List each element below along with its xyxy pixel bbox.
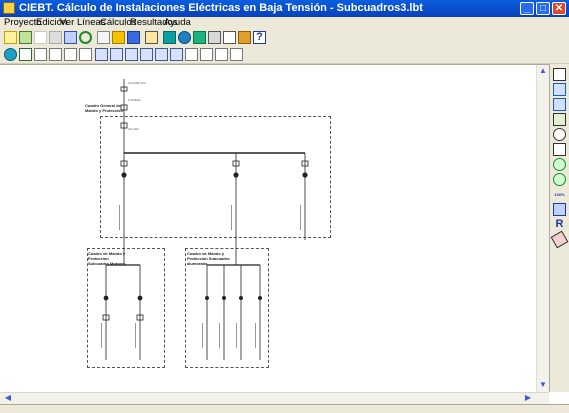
ground-icon[interactable] — [155, 48, 168, 61]
zoom-in-icon[interactable] — [553, 158, 566, 171]
switch-icon[interactable] — [79, 48, 92, 61]
add-line-icon[interactable] — [127, 31, 140, 44]
scroll-up-button[interactable]: ▲ — [537, 66, 549, 77]
close-button[interactable]: ✕ — [552, 2, 566, 15]
drawing-canvas[interactable]: ACOMETIDA FUSIBLE IGA 40A Cuadro General… — [0, 64, 549, 393]
breaker-icon[interactable] — [185, 48, 198, 61]
main-toolbar: ? — [0, 29, 569, 47]
panel-icon[interactable] — [95, 48, 108, 61]
eraser-icon[interactable] — [550, 230, 569, 249]
relay-icon[interactable] — [64, 48, 77, 61]
scroll-right-button[interactable]: ▶ — [522, 393, 534, 404]
menu-ayuda[interactable]: Ayuda — [164, 17, 191, 29]
pan-hand-icon[interactable] — [553, 143, 566, 156]
photo-icon[interactable] — [193, 31, 206, 44]
subpanel-icon[interactable] — [230, 48, 243, 61]
zoom-icon[interactable] — [553, 128, 566, 141]
scroll-down-button[interactable]: ▼ — [537, 380, 549, 391]
busbar-icon[interactable] — [140, 48, 153, 61]
capacitor-icon[interactable] — [215, 48, 228, 61]
redraw-icon[interactable]: R — [553, 218, 566, 231]
scroll-left-button[interactable]: ◀ — [2, 393, 14, 404]
new-schema-icon[interactable] — [4, 31, 17, 44]
table-icon[interactable] — [163, 31, 176, 44]
zoom-out-icon[interactable] — [553, 173, 566, 186]
grid-icon[interactable] — [553, 113, 566, 126]
cut-icon[interactable] — [34, 31, 47, 44]
pointer-icon[interactable] — [553, 68, 566, 81]
menu-ver[interactable]: Ver — [60, 17, 74, 29]
receptor-icon[interactable] — [19, 48, 32, 61]
calc-icon[interactable] — [178, 31, 191, 44]
help-icon[interactable]: ? — [253, 31, 266, 44]
zoom-width-icon[interactable] — [553, 83, 566, 96]
horizontal-scrollbar[interactable]: ◀ ▶ — [0, 392, 549, 404]
title-bar: CIEBT. Cálculo de Instalaciones Eléctric… — [0, 0, 569, 17]
app-icon — [3, 2, 15, 14]
zoom-height-icon[interactable] — [553, 98, 566, 111]
battery-icon[interactable] — [200, 48, 213, 61]
maximize-button[interactable]: □ — [536, 2, 550, 15]
component-toolbar — [0, 46, 569, 64]
save-icon[interactable] — [145, 31, 158, 44]
motor-icon[interactable] — [4, 48, 17, 61]
lightning-icon[interactable] — [112, 31, 125, 44]
meter-icon[interactable] — [170, 48, 183, 61]
zoom-fit-icon[interactable] — [553, 203, 566, 216]
view-toolbar: 100% R — [549, 64, 569, 392]
print-preview-icon[interactable] — [223, 31, 236, 44]
status-bar — [0, 404, 569, 413]
print-icon[interactable] — [208, 31, 221, 44]
vertical-scrollbar[interactable]: ▲ ▼ — [536, 65, 549, 392]
export-icon[interactable] — [238, 31, 251, 44]
redo-icon[interactable] — [97, 31, 110, 44]
copy-icon[interactable] — [64, 31, 77, 44]
bus-icon[interactable] — [110, 48, 123, 61]
lamp-icon[interactable] — [34, 48, 47, 61]
paste-icon[interactable] — [49, 31, 62, 44]
transformer-icon[interactable] — [125, 48, 138, 61]
minimize-button[interactable]: _ — [520, 2, 534, 15]
undo-icon[interactable] — [79, 31, 92, 44]
open-icon[interactable] — [19, 31, 32, 44]
menu-bar: Proyecto Edición Ver Líneas Cálculos Res… — [0, 17, 569, 29]
fuse-icon[interactable] — [49, 48, 62, 61]
window-title: CIEBT. Cálculo de Instalaciones Eléctric… — [19, 2, 423, 14]
zoom-100-icon[interactable]: 100% — [553, 188, 566, 201]
single-line-diagram — [101, 79, 309, 360]
